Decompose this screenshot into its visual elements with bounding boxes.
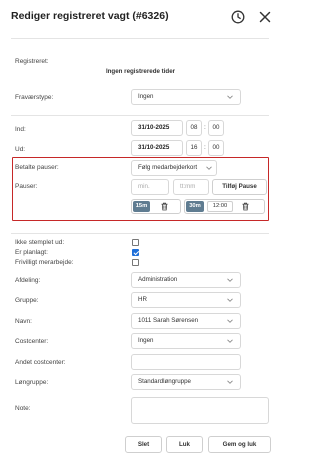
time-separator: : [204, 144, 206, 151]
wage-group-value: Standardløngruppe [138, 378, 191, 385]
clock-icon[interactable] [231, 10, 245, 24]
break-item: 30m 12:00 [184, 199, 265, 214]
check-out-date-input[interactable]: 31/10-2025 [131, 140, 183, 156]
note-textarea[interactable] [131, 397, 269, 424]
paid-breaks-label: Betalte pauser: [15, 164, 59, 171]
dialog-header: Rediger registreret vagt (#6326) [0, 0, 281, 38]
absence-type-value: Ingen [138, 93, 154, 100]
chevron-down-icon [227, 95, 233, 99]
absence-type-select[interactable]: Ingen [131, 89, 241, 105]
chevron-down-icon [227, 339, 233, 343]
voluntary-overtime-checkbox[interactable] [132, 259, 139, 266]
name-select[interactable]: 1011 Sarah Sørensen [131, 313, 241, 329]
chevron-down-icon [206, 166, 212, 170]
group-label: Gruppe: [15, 297, 39, 304]
wage-group-select[interactable]: Standardløngruppe [131, 374, 241, 390]
not-checked-out-checkbox[interactable] [132, 239, 139, 246]
break-minutes-badge: 30m [186, 201, 204, 212]
break-item: 15m [131, 199, 181, 214]
check-in-minute-input[interactable]: 00 [208, 120, 224, 136]
voluntary-overtime-label: Frivilligt merarbejde: [15, 259, 74, 266]
breaks-label: Pauser: [15, 183, 38, 190]
close-icon[interactable] [259, 11, 271, 23]
trash-icon[interactable] [160, 202, 169, 211]
check-out-hour-input[interactable]: 16 [186, 140, 202, 156]
break-minutes-badge: 15m [133, 201, 150, 212]
check-in-hour-input[interactable]: 08 [186, 120, 202, 136]
costcenter-value: Ingen [138, 337, 154, 344]
time-separator: : [204, 124, 206, 131]
break-minutes-input[interactable]: min. [131, 179, 169, 195]
section-divider [11, 115, 269, 116]
check-out-label: Ud: [15, 146, 26, 153]
chevron-down-icon [227, 380, 233, 384]
check-in-date-input[interactable]: 31/10-2025 [131, 120, 183, 136]
trash-icon[interactable] [241, 202, 250, 211]
not-checked-out-label: Ikke stemplet ud: [15, 239, 65, 246]
paid-breaks-select[interactable]: Følg medarbejderkort [131, 160, 217, 176]
delete-button[interactable]: Slet [125, 436, 162, 453]
close-button[interactable]: Luk [166, 436, 203, 453]
planned-label: Er planlagt: [15, 249, 48, 256]
planned-checkbox[interactable] [132, 249, 139, 256]
costcenter-select[interactable]: Ingen [131, 333, 241, 349]
department-select[interactable]: Administration [131, 272, 241, 288]
chevron-down-icon [227, 278, 233, 282]
add-break-button[interactable]: Tilføj Pause [212, 179, 267, 195]
section-divider [11, 233, 269, 234]
dialog-title: Rediger registreret vagt (#6326) [11, 10, 169, 22]
other-costcenter-label: Andet costcenter: [15, 359, 66, 366]
note-label: Note: [15, 405, 31, 412]
costcenter-label: Costcenter: [15, 338, 49, 345]
paid-breaks-value: Følg medarbejderkort [138, 164, 198, 171]
other-costcenter-input[interactable] [131, 354, 241, 370]
absence-type-label: Fraværstype: [15, 94, 54, 101]
group-value: HR [138, 296, 147, 303]
chevron-down-icon [227, 319, 233, 323]
name-label: Navn: [15, 318, 32, 325]
wage-group-label: Løngruppe: [15, 379, 49, 386]
check-out-minute-input[interactable]: 00 [208, 140, 224, 156]
save-and-close-button[interactable]: Gem og luk [208, 436, 271, 453]
registered-value: Ingen registrerede tider [105, 68, 176, 75]
name-value: 1011 Sarah Sørensen [138, 317, 199, 324]
break-time-input[interactable]: tt:mm [173, 179, 209, 195]
group-select[interactable]: HR [131, 292, 241, 308]
break-time-input[interactable]: 12:00 [207, 201, 233, 212]
chevron-down-icon [227, 298, 233, 302]
department-label: Afdeling: [15, 277, 41, 284]
registered-label: Registreret: [15, 58, 49, 65]
department-value: Administration [138, 276, 178, 283]
check-in-label: Ind: [15, 126, 26, 133]
header-divider [11, 38, 269, 39]
